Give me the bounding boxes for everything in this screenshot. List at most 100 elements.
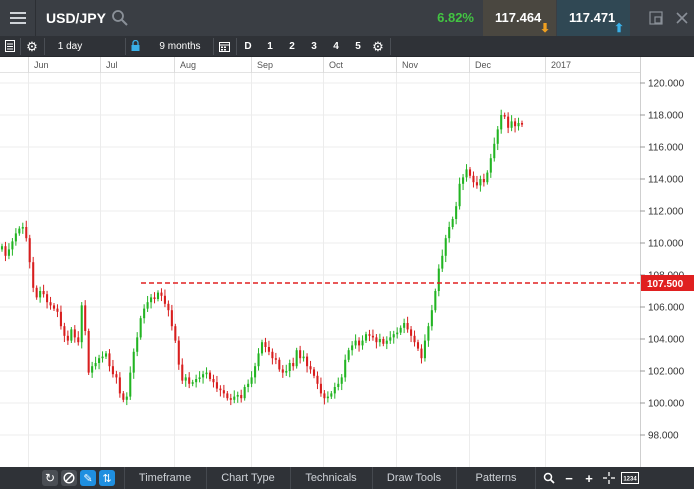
tab-timeframe[interactable]: Timeframe [124,467,205,489]
quick-range-2[interactable]: 2 [284,36,300,57]
candle-body [170,310,173,327]
candle-body [174,326,177,341]
chart-settings-button[interactable]: ⚙ [24,36,40,57]
candle-body [340,377,343,384]
candle-body [486,172,489,183]
crosshair-button[interactable] [601,470,617,486]
close-window-button[interactable] [666,0,694,36]
candle-body [52,305,56,309]
candle-body [326,396,329,399]
refresh-icon: ↻ [44,471,56,485]
y-axis-tick-label: 98.000 [648,431,679,442]
quick-range-3[interactable]: 3 [306,36,322,57]
chart-toolbar: ⚙ 1 day 9 months D 1 2 3 4 5 ⚙ [0,36,694,57]
candle-body [285,371,288,373]
y-axis-tick-label: 110.000 [648,239,684,250]
search-icon[interactable] [111,9,129,27]
range-selector[interactable]: 9 months [150,36,210,57]
zoom-search-button[interactable] [541,470,557,486]
hamburger-menu-button[interactable] [0,0,36,36]
candle-body [188,377,191,384]
candle-body [205,372,208,375]
candle-body [87,331,90,373]
candle-body [399,327,402,333]
calendar-button[interactable] [216,36,232,57]
candle-body [212,379,215,383]
candle-body [389,337,392,341]
candle-body [441,255,444,269]
clear-drawings-button[interactable] [61,470,77,486]
candle-body [514,121,517,127]
reset-zoom-icon: 1234 [621,472,639,484]
toolbar-divider [236,38,237,55]
candle-body [347,350,350,360]
candle-body [236,395,239,397]
candle-body [21,227,24,229]
zoom-in-button[interactable]: + [581,470,597,486]
quick-range-5[interactable]: 5 [350,36,366,57]
candle-body [146,302,149,309]
quick-range-4[interactable]: 4 [328,36,344,57]
candle-body [77,337,80,343]
candle-body [416,342,420,349]
quick-range-settings-button[interactable]: ⚙ [370,36,386,57]
interval-selector[interactable]: 1 day [44,36,96,57]
candle-body [493,143,496,159]
tab-chart-type[interactable]: Chart Type [206,467,289,489]
candle-body [503,115,506,117]
candle-body [42,291,45,295]
candle-body [118,377,121,394]
quick-range-1[interactable]: 1 [262,36,278,57]
candle-body [455,206,458,219]
candle-body [202,374,205,378]
candle-body [337,383,340,387]
candle-body [111,366,114,375]
tab-patterns[interactable]: Patterns [456,467,536,489]
candle-body [132,351,135,373]
zoom-out-button[interactable]: − [561,470,577,486]
tab-technicals[interactable]: Technicals [290,467,371,489]
candle-body [403,323,406,328]
tab-draw-tools[interactable]: Draw Tools [372,467,455,489]
candle-body [378,339,381,343]
candle-body [198,377,201,379]
range-lock-button[interactable] [128,36,142,57]
candle-body [66,335,69,341]
reset-zoom-button[interactable]: 1234 [620,470,640,486]
candle-body [160,292,163,296]
sell-price: 117.464 [495,10,542,25]
candle-body [243,387,246,399]
price-chart[interactable]: 120.000 118.000 116.000 114.000 112.000 110.0… [0,73,694,467]
sell-price-button[interactable]: 117.464 ⬇ [483,0,556,36]
candle-body [49,302,52,306]
refresh-button[interactable]: ↻ [42,470,58,486]
buy-price-button[interactable]: 117.471 ⬆ [557,0,630,36]
candle-body [250,377,253,384]
candle-body [264,342,267,347]
candle-body [156,292,160,299]
bottom-bar: ↻ ✎ ⇅ Timeframe Chart Type Technicals Dr… [0,467,694,489]
candle-body [288,363,291,371]
candle-body [413,335,416,343]
candle-body [306,356,309,367]
candle-body [91,366,94,373]
candle-body [98,358,101,363]
month-axis: Jun Jul Aug Sep Oct Nov Dec 2017 [0,57,640,73]
toggle-arrows-button[interactable]: ⇅ [99,470,115,486]
candle-body [28,238,31,263]
candle-body [167,303,170,311]
draw-pencil-button[interactable]: ✎ [80,470,96,486]
data-table-button[interactable] [2,36,18,57]
candle-body [520,123,524,125]
candle-body [437,268,440,291]
candle-body [195,379,198,383]
quick-range-d[interactable]: D [240,36,256,57]
candle-body [101,356,104,359]
month-label: Dec [475,60,492,70]
candle-body [226,393,229,399]
candle-body [181,364,184,381]
candle-body [14,233,17,242]
candle-body [247,383,250,387]
candle-body [489,158,492,173]
candle-body [319,383,322,394]
